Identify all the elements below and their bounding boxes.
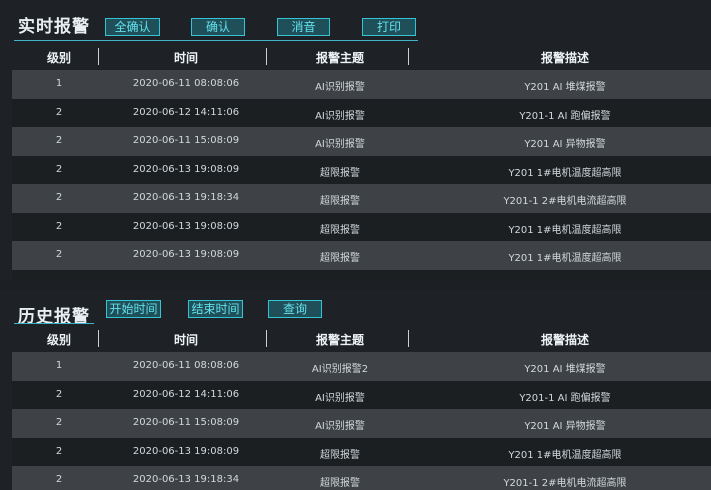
table-row[interactable]: 1 2020-06-11 08:08:06 AI识别报警 Y201 AI 堆煤报警: [12, 70, 711, 99]
cell-description: Y201-1 2#电机电流超高限: [503, 196, 627, 207]
start-time-button[interactable]: 开始时间: [106, 300, 161, 318]
title-underline: [14, 40, 418, 41]
history-alarm-panel: 历史报警 开始时间 结束时间 查询 级别 时间 报警主题 报警描述 1 2020-…: [0, 290, 711, 490]
cell-topic: 超限报警: [320, 478, 360, 489]
cell-time: 2020-06-13 19:18:34: [132, 192, 240, 203]
history-rows: 1 2020-06-11 08:08:06 AI识别报警2 Y201 AI 堆煤报警 2…: [12, 352, 711, 490]
table-row[interactable]: 2 2020-06-13 19:18:34 超限报警 Y201-1 2#电机电流超高限: [12, 466, 711, 490]
cell-topic: AI识别报警: [315, 392, 365, 404]
cell-level: 1: [55, 78, 63, 89]
cell-level: 2: [55, 106, 63, 118]
table-row[interactable]: 2 2020-06-11 15:08:09 AI识别报警 Y201 AI 异物报警: [12, 409, 711, 438]
column-description: 报警描述: [540, 333, 589, 347]
cell-time: 2020-06-11 08:08:06: [132, 78, 240, 89]
cell-level: 2: [55, 135, 63, 146]
cell-description: Y201 AI 异物报警: [524, 421, 606, 432]
table-row[interactable]: 2 2020-06-12 14:11:06 AI识别报警 Y201-1 AI 跑偏报警: [12, 380, 711, 409]
realtime-title: 实时报警: [18, 17, 90, 37]
cell-description: Y201 1#电机温度超高限: [508, 449, 622, 461]
cell-level: 2: [55, 417, 63, 428]
column-divider: [98, 48, 99, 65]
cell-description: Y201 1#电机温度超高限: [508, 253, 622, 264]
cell-time: 2020-06-13 19:08:09: [132, 220, 240, 232]
realtime-column-header: 级别 时间 报警主题 报警描述: [12, 42, 711, 70]
cell-time: 2020-06-11 15:08:09: [132, 417, 240, 428]
cell-level: 2: [55, 220, 63, 232]
cell-topic: 超限报警: [320, 449, 360, 461]
cell-time: 2020-06-12 14:11:06: [132, 388, 240, 400]
cell-level: 2: [55, 445, 63, 457]
cell-time: 2020-06-11 08:08:06: [132, 360, 240, 371]
table-row[interactable]: 超限报警Y201 1#电机温度超高限: [12, 269, 711, 281]
cell-topic: 超限报警: [320, 196, 360, 207]
column-divider: [266, 330, 267, 347]
table-row[interactable]: 2 2020-06-13 19:08:09 超限报警 Y201 1#电机温度超高限: [12, 212, 711, 241]
cell-topic: AI识别报警: [315, 110, 365, 122]
cell-topic: AI识别报警2: [311, 364, 369, 375]
cell-topic: AI识别报警: [315, 82, 365, 93]
cell-description: Y201-1 AI 跑偏报警: [519, 110, 611, 122]
cell-description: Y201 AI 异物报警: [524, 139, 606, 150]
cell-level: 1: [55, 360, 63, 371]
column-level: 级别: [46, 51, 71, 65]
cell-time: 2020-06-13 19:08:09: [132, 249, 240, 260]
column-topic: 报警主题: [315, 333, 364, 347]
table-row[interactable]: 2 2020-06-13 19:08:09 超限报警 Y201 1#电机温度超高限: [12, 241, 711, 270]
cell-level: 2: [55, 474, 63, 485]
cell-topic: 超限报警: [320, 224, 360, 236]
cell-topic: 超限报警: [320, 253, 360, 264]
cell-level: 2: [55, 192, 63, 203]
cell-time: 2020-06-12 14:11:06: [132, 106, 240, 118]
cell-description: Y201 AI 堆煤报警: [524, 82, 606, 93]
column-description: 报警描述: [540, 51, 589, 65]
cell-time: 2020-06-13 19:08:09: [132, 163, 240, 175]
cell-time: 2020-06-13 19:08:09: [132, 445, 240, 457]
history-column-header: 级别 时间 报警主题 报警描述: [12, 324, 711, 352]
cell-topic: 超限报警: [320, 167, 360, 179]
cell-description: Y201 1#电机温度超高限: [508, 167, 622, 179]
cell-description: Y201-1 2#电机电流超高限: [503, 478, 627, 489]
table-row[interactable]: 2 2020-06-11 15:08:09 AI识别报警 Y201 AI 异物报警: [12, 127, 711, 156]
confirm-button[interactable]: 确认: [191, 18, 245, 36]
cell-topic: 超限报警: [270, 278, 410, 281]
cell-level: 2: [55, 163, 63, 175]
cell-description: Y201 1#电机温度超高限: [410, 278, 711, 281]
column-level: 级别: [46, 333, 71, 347]
cell-topic: AI识别报警: [315, 421, 365, 432]
mute-button[interactable]: 消音: [277, 18, 330, 36]
table-row[interactable]: 2 2020-06-12 14:11:06 AI识别报警 Y201-1 AI 跑偏报警: [12, 98, 711, 127]
table-row[interactable]: 2 2020-06-13 19:08:09 超限报警 Y201 1#电机温度超高限: [12, 437, 711, 466]
cell-level: 2: [55, 388, 63, 400]
cell-description: Y201 AI 堆煤报警: [524, 364, 606, 375]
column-time: 时间: [173, 51, 198, 65]
cell-level: 2: [55, 249, 63, 260]
cell-description: Y201-1 AI 跑偏报警: [519, 392, 611, 404]
column-divider: [98, 330, 99, 347]
table-row[interactable]: 2 2020-06-13 19:18:34 超限报警 Y201-1 2#电机电流超高限: [12, 184, 711, 213]
cell-description: Y201 1#电机温度超高限: [508, 224, 622, 236]
column-divider: [408, 48, 409, 65]
realtime-header: 实时报警 全确认 确认 消音 打印: [0, 0, 711, 42]
realtime-alarm-panel: 实时报警 全确认 确认 消音 打印 级别 时间 报警主题 报警描述 1 2020-…: [0, 0, 711, 280]
cell-time: 2020-06-13 19:18:34: [132, 474, 240, 485]
column-time: 时间: [173, 333, 198, 347]
table-row[interactable]: 1 2020-06-11 08:08:06 AI识别报警2 Y201 AI 堆煤报警: [12, 352, 711, 381]
query-button[interactable]: 查询: [268, 300, 322, 318]
print-button[interactable]: 打印: [362, 18, 416, 36]
confirm-all-button[interactable]: 全确认: [105, 18, 160, 36]
table-row[interactable]: 2 2020-06-13 19:08:09 超限报警 Y201 1#电机温度超高限: [12, 155, 711, 184]
realtime-rows: 1 2020-06-11 08:08:06 AI识别报警 Y201 AI 堆煤报警 2 2…: [12, 70, 711, 280]
column-divider: [266, 48, 267, 65]
cell-topic: AI识别报警: [315, 139, 365, 150]
column-divider: [408, 330, 409, 347]
column-topic: 报警主题: [315, 51, 364, 65]
cell-time: 2020-06-11 15:08:09: [132, 135, 240, 146]
end-time-button[interactable]: 结束时间: [188, 300, 243, 318]
